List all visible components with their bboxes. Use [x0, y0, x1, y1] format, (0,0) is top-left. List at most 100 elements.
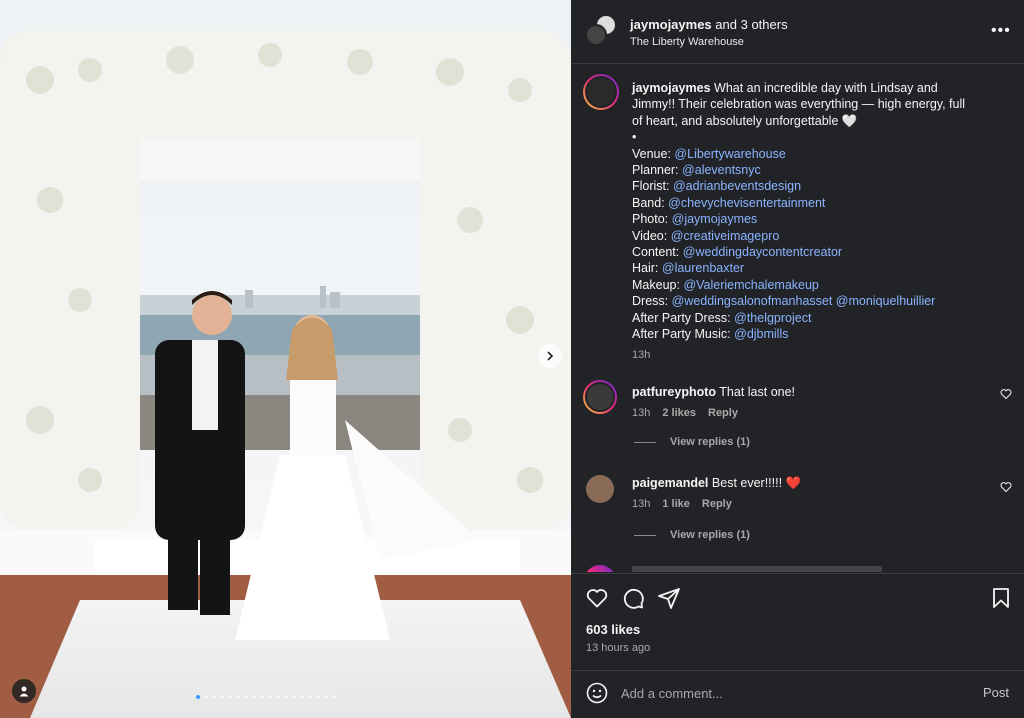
comment-time[interactable]: 13h — [632, 407, 650, 419]
emoji-icon[interactable] — [585, 681, 609, 705]
credit-label: Photo: — [632, 212, 669, 227]
comment-likes[interactable]: 2 likes — [662, 407, 696, 419]
credit-label: Band: — [632, 195, 665, 210]
credit-label: Venue: — [632, 146, 671, 161]
post-authors[interactable]: jaymojaymes and 3 others — [630, 17, 788, 32]
post-caption: jaymojaymes What an incredible day with … — [632, 80, 1002, 363]
carousel-dot — [300, 695, 304, 699]
mention-link[interactable]: @adrianbeventsdesign — [673, 179, 801, 193]
post-header: jaymojaymes and 3 others The Liberty War… — [571, 0, 1024, 64]
mention-link[interactable]: @creativeimagepro — [671, 229, 780, 243]
mention-link[interactable]: @aleventsnyc — [682, 163, 761, 177]
credit-label: Video: — [632, 228, 668, 243]
comment-text: That last one! — [719, 385, 796, 399]
avatar — [585, 24, 607, 46]
credit-line: Band: @chevychevisentertainment — [632, 195, 1002, 211]
carousel-next-button[interactable] — [538, 344, 562, 368]
carousel-dot — [308, 695, 312, 699]
credit-label: Makeup: — [632, 277, 680, 292]
carousel-dot — [292, 695, 296, 699]
more-options-icon[interactable]: ••• — [991, 22, 1011, 40]
like-comment-icon[interactable] — [1000, 388, 1012, 400]
mention-link[interactable]: @chevychevisentertainment — [668, 196, 825, 210]
carousel-dot — [268, 695, 272, 699]
carousel-dot — [276, 695, 280, 699]
view-replies-button[interactable]: View replies (1) — [634, 529, 750, 541]
chevron-right-icon — [547, 351, 554, 361]
carousel-dot — [324, 695, 328, 699]
comment-input[interactable] — [621, 683, 961, 703]
like-icon[interactable] — [585, 586, 609, 610]
credits-list: Venue: @Libertywarehouse Planner: @aleven… — [632, 146, 1002, 343]
carousel-dot — [228, 695, 232, 699]
caption-timestamp[interactable]: 13h — [632, 347, 1002, 363]
like-count[interactable]: 603 likes — [586, 622, 640, 637]
caption-username[interactable]: jaymojaymes — [632, 81, 711, 95]
credit-label: After Party Dress: — [632, 310, 731, 325]
mention-link[interactable]: @Libertywarehouse — [674, 147, 785, 161]
carousel-dot — [284, 695, 288, 699]
carousel-dot — [196, 695, 200, 699]
mention-link[interactable]: @laurenbaxter — [662, 261, 744, 275]
credit-line: Venue: @Libertywarehouse — [632, 146, 1002, 162]
credit-label: Hair: — [632, 261, 659, 276]
comment-composer: Post — [571, 670, 1024, 718]
credit-line: Florist: @adrianbeventsdesign — [632, 178, 1002, 194]
carousel-dot — [332, 695, 336, 699]
comment-icon[interactable] — [621, 586, 645, 610]
carousel-dot — [244, 695, 248, 699]
credit-line: Content: @weddingdaycontentcreator — [632, 244, 1002, 260]
caption-text: of heart, and absolutely unforgettable 🤍 — [632, 113, 858, 128]
commenter-avatar[interactable] — [586, 475, 614, 503]
comment-username[interactable]: paigemandel — [632, 476, 708, 490]
credit-line: Video: @creativeimagepro — [632, 228, 1002, 244]
mention-link[interactable]: @thelgproject — [734, 311, 811, 325]
user-icon — [19, 686, 29, 697]
post-comment-button[interactable]: Post — [983, 685, 1009, 700]
instagram-post-viewer: jaymojaymes and 3 others The Liberty War… — [0, 0, 1024, 718]
credit-line: After Party Music: @djbmills — [632, 326, 1002, 342]
carousel-dot — [252, 695, 256, 699]
credit-line: Hair: @laurenbaxter — [632, 260, 1002, 276]
credit-label: Content: — [632, 245, 680, 260]
comment-item-partial — [571, 562, 1024, 572]
comment-username[interactable]: patfureyphoto — [632, 385, 716, 399]
credit-line: Dress: @weddingsalonofmanhasset @monique… — [632, 293, 1002, 309]
credit-line: Photo: @jaymojaymes — [632, 211, 1002, 227]
mention-link[interactable]: @weddingdaycontentcreator — [683, 245, 842, 259]
comment-time[interactable]: 13h — [632, 498, 650, 510]
credit-line: After Party Dress: @thelgproject — [632, 310, 1002, 326]
post-photo[interactable] — [0, 0, 571, 718]
like-comment-icon[interactable] — [1000, 481, 1012, 493]
credit-label: After Party Music: — [632, 327, 731, 342]
location-link[interactable]: The Liberty Warehouse — [630, 36, 744, 48]
post-timestamp: 13 hours ago — [586, 642, 651, 654]
save-icon[interactable] — [989, 586, 1013, 610]
author-username[interactable]: jaymojaymes — [630, 17, 712, 32]
post-details-panel: jaymojaymes and 3 others The Liberty War… — [571, 0, 1024, 718]
reply-button[interactable]: Reply — [708, 407, 738, 419]
comment-text: Best ever!!!!! ❤️ — [711, 476, 802, 490]
mention-link[interactable]: @djbmills — [734, 327, 788, 341]
carousel-dot — [260, 695, 264, 699]
reply-button[interactable]: Reply — [702, 498, 732, 510]
clipped-comment-text — [632, 566, 882, 572]
view-replies-button[interactable]: View replies (1) — [634, 436, 750, 448]
credit-label: Dress: — [632, 294, 669, 309]
caption-avatar[interactable] — [583, 74, 619, 110]
collab-avatars[interactable] — [585, 14, 619, 48]
commenter-avatar[interactable] — [584, 565, 616, 572]
tagged-people-button[interactable] — [12, 679, 36, 703]
share-icon[interactable] — [657, 586, 681, 610]
commenter-avatar[interactable] — [583, 380, 617, 414]
credit-line: Planner: @aleventsnyc — [632, 162, 1002, 178]
caption-bullet: • — [632, 130, 637, 145]
collaborators-text[interactable]: and 3 others — [715, 17, 787, 32]
post-actions: 603 likes 13 hours ago — [571, 573, 1024, 673]
mention-link[interactable]: @Valeriemchalemakeup — [683, 278, 818, 292]
credit-label: Planner: — [632, 163, 679, 178]
mention-link[interactable]: @jaymojaymes — [672, 212, 758, 226]
carousel-dot — [316, 695, 320, 699]
mention-link[interactable]: @weddingsalonofmanhasset @moniquelhuilli… — [672, 294, 936, 308]
comment-likes[interactable]: 1 like — [662, 498, 690, 510]
